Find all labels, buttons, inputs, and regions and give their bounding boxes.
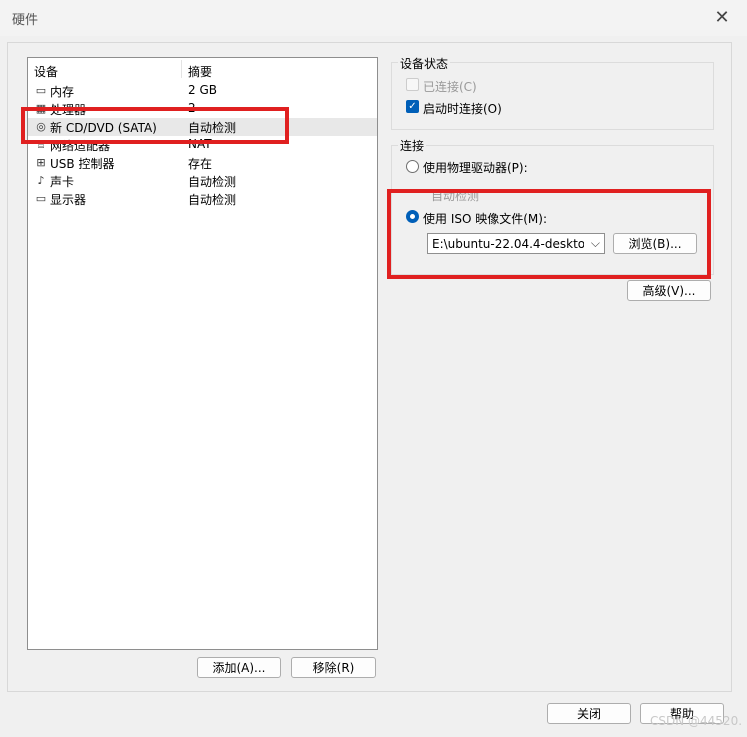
list-item-memory[interactable]: ▭ 内存 2 GB xyxy=(28,82,377,100)
network-icon: ⌸ xyxy=(37,138,45,151)
device-name: 新 CD/DVD (SATA) xyxy=(50,121,157,135)
list-item-display[interactable]: ▭ 显示器 自动检测 xyxy=(28,190,377,208)
device-name: 内存 xyxy=(50,85,75,99)
device-summary: 自动检测 xyxy=(188,121,237,135)
connect-at-power-on-label: 启动时连接(O) xyxy=(423,102,502,116)
device-status-group xyxy=(391,62,714,130)
close-button[interactable]: 关闭 xyxy=(547,703,631,724)
close-icon[interactable]: ✕ xyxy=(711,7,733,29)
device-summary: 自动检测 xyxy=(188,175,237,189)
list-item-processor[interactable]: ▦ 处理器 2 xyxy=(28,100,377,118)
device-summary: NAT xyxy=(188,137,212,151)
iso-image-label: 使用 ISO 映像文件(M): xyxy=(423,212,547,226)
device-name: USB 控制器 xyxy=(50,157,115,171)
remove-button[interactable]: 移除(R) xyxy=(291,657,376,678)
connected-label: 已连接(C) xyxy=(423,80,477,94)
list-header: 设备 摘要 xyxy=(28,58,377,80)
cpu-icon: ▦ xyxy=(35,102,47,115)
window-title: 硬件 xyxy=(12,13,39,28)
list-item-cd-dvd[interactable]: ◎ 新 CD/DVD (SATA) 自动检测 xyxy=(28,118,377,136)
device-name: 网络适配器 xyxy=(50,139,111,153)
physical-drive-select[interactable]: 自动检测 xyxy=(431,187,479,204)
device-summary: 2 GB xyxy=(188,83,217,97)
device-summary: 2 xyxy=(188,101,196,115)
list-item-network[interactable]: ⌸ 网络适配器 NAT xyxy=(28,136,377,154)
browse-button[interactable]: 浏览(B)... xyxy=(613,233,697,254)
memory-icon: ▭ xyxy=(35,84,47,97)
list-item-sound[interactable]: ♪ 声卡 自动检测 xyxy=(28,172,377,190)
device-summary: 存在 xyxy=(188,157,213,171)
iso-image-radio[interactable] xyxy=(406,210,419,223)
device-status-title: 设备状态 xyxy=(398,55,451,72)
add-button[interactable]: 添加(A)... xyxy=(197,657,281,678)
device-list[interactable]: 设备 摘要 ▭ 内存 2 GB ▦ 处理器 2 ◎ 新 CD/DVD (SATA… xyxy=(27,57,378,650)
list-item-usb[interactable]: ⊞ USB 控制器 存在 xyxy=(28,154,377,172)
monitor-icon: ▭ xyxy=(35,192,47,205)
column-separator[interactable] xyxy=(181,60,182,78)
usb-icon: ⊞ xyxy=(36,156,46,169)
physical-drive-radio[interactable] xyxy=(406,160,419,173)
title-bar: 硬件 ✕ xyxy=(0,0,747,36)
iso-path-value: E:\ubuntu-22.04.4-desktop- xyxy=(432,237,584,251)
speaker-icon: ♪ xyxy=(37,174,45,187)
device-name: 声卡 xyxy=(50,175,75,189)
iso-path-select[interactable]: E:\ubuntu-22.04.4-desktop- ⌵ xyxy=(427,233,605,254)
device-name: 显示器 xyxy=(50,193,87,207)
device-summary: 自动检测 xyxy=(188,193,237,207)
hardware-dialog: 硬件 ✕ 设备 摘要 ▭ 内存 2 GB ▦ 处理器 2 ◎ 新 CD/DVD … xyxy=(0,0,747,737)
connection-title: 连接 xyxy=(398,137,427,154)
cd-icon: ◎ xyxy=(36,120,46,133)
watermark: CSDN @44520. xyxy=(650,714,743,728)
header-summary: 摘要 xyxy=(188,65,213,79)
chevron-down-icon: ⌵ xyxy=(590,236,600,250)
connected-checkbox[interactable] xyxy=(406,78,419,91)
connect-at-power-on-checkbox[interactable]: ✓ xyxy=(406,100,419,113)
header-device: 设备 xyxy=(34,65,59,79)
advanced-button[interactable]: 高级(V)... xyxy=(627,280,711,301)
device-name: 处理器 xyxy=(50,103,87,117)
physical-drive-label: 使用物理驱动器(P): xyxy=(423,161,528,175)
